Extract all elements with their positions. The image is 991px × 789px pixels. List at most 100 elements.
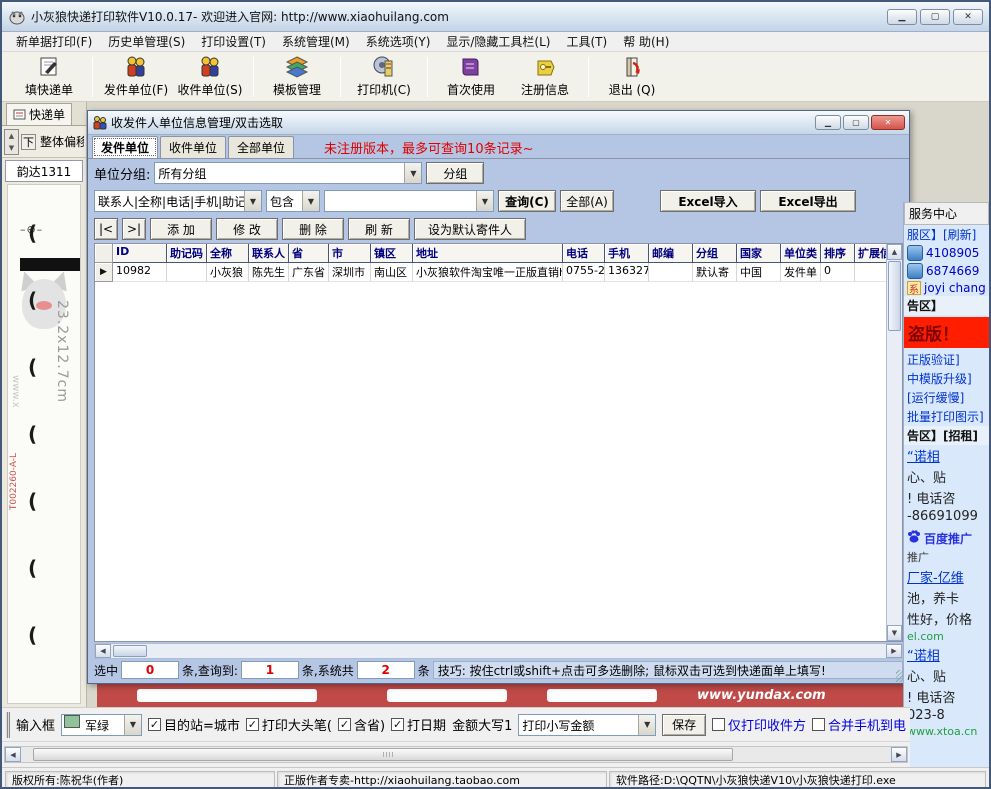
- column-header[interactable]: 电话: [563, 244, 605, 263]
- keyword-input[interactable]: ▼: [324, 190, 494, 212]
- main-hscrollbar[interactable]: ◀ ▶: [2, 741, 910, 767]
- spin-down-icon[interactable]: ▼: [5, 142, 18, 154]
- close-button[interactable]: ✕: [953, 9, 983, 25]
- spin-up-icon[interactable]: ▲: [5, 130, 18, 142]
- dialog-maximize-button[interactable]: ▢: [843, 115, 869, 130]
- print-date-checkbox[interactable]: ✓打日期: [391, 715, 446, 734]
- last-record-button[interactable]: >|: [122, 218, 146, 240]
- column-header[interactable]: 国家: [737, 244, 781, 263]
- table-cell[interactable]: [167, 263, 207, 282]
- input-color-select[interactable]: 军绿 ▼: [61, 714, 142, 736]
- sidebar-link[interactable]: 正版验证]: [904, 350, 989, 369]
- include-province-checkbox[interactable]: ✓含省): [338, 715, 385, 734]
- unit-table[interactable]: ID助记码全称联系人省市镇区地址电话手机邮编分组国家单位类排序扩展信 ▶1098…: [94, 243, 903, 642]
- sidebar-link[interactable]: “诺相: [904, 644, 989, 665]
- menu-item[interactable]: 打印设置(T): [193, 32, 274, 51]
- main-hscroll-thumb[interactable]: [33, 748, 733, 761]
- group-select[interactable]: 所有分组 ▼: [154, 162, 422, 184]
- menu-item[interactable]: 帮 助(H): [615, 32, 677, 51]
- toolbar-button-first-use[interactable]: 首次使用: [434, 54, 508, 100]
- table-cell[interactable]: 深圳市: [329, 263, 371, 282]
- toolbar-button-fill-form[interactable]: 填快递单: [12, 54, 86, 100]
- maximize-button[interactable]: ▢: [920, 9, 950, 25]
- toolbar-button-printer[interactable]: 打印机(C): [347, 54, 421, 100]
- first-record-button[interactable]: |<: [94, 218, 118, 240]
- search-button[interactable]: 查询(C): [498, 190, 556, 212]
- table-cell[interactable]: 广东省: [289, 263, 329, 282]
- hscroll-thumb[interactable]: [113, 645, 147, 657]
- sidebar-link[interactable]: 厂家-亿维: [904, 566, 989, 587]
- table-cell[interactable]: [649, 263, 693, 282]
- column-header[interactable]: 单位类: [781, 244, 821, 263]
- dialog-minimize-button[interactable]: ▁: [815, 115, 841, 130]
- chevron-down-icon[interactable]: ▼: [302, 191, 319, 211]
- column-header[interactable]: 分组: [693, 244, 737, 263]
- table-hscrollbar[interactable]: ◀ ▶: [94, 643, 903, 659]
- column-header[interactable]: 助记码: [167, 244, 207, 263]
- chevron-down-icon[interactable]: ▼: [124, 715, 141, 735]
- sidebar-link[interactable]: “诺相: [904, 445, 989, 466]
- toolbar-button-exit[interactable]: 退出 (Q): [595, 54, 669, 100]
- table-cell[interactable]: 中国: [737, 263, 781, 282]
- group-button[interactable]: 分组: [426, 162, 484, 184]
- menu-item[interactable]: 系统选项(Y): [358, 32, 439, 51]
- table-cell[interactable]: 0755-26: [563, 263, 605, 282]
- menu-item[interactable]: 新单据打印(F): [8, 32, 100, 51]
- down-button[interactable]: 下: [21, 134, 36, 150]
- qq-contact[interactable]: 6874669: [904, 262, 989, 280]
- dialog-titlebar[interactable]: 收发件人单位信息管理/双击选取 ▁ ▢ ✕: [88, 111, 909, 135]
- column-header[interactable]: ID: [113, 244, 167, 263]
- show-all-button[interactable]: 全部(A): [560, 190, 614, 212]
- save-button[interactable]: 保存: [662, 714, 706, 736]
- column-header[interactable]: 地址: [413, 244, 563, 263]
- scroll-left-icon[interactable]: ◀: [5, 747, 21, 762]
- column-header[interactable]: 邮编: [649, 244, 693, 263]
- chevron-down-icon[interactable]: ▼: [244, 191, 261, 211]
- table-cell[interactable]: 默认寄: [693, 263, 737, 282]
- minimize-button[interactable]: ▁: [887, 9, 917, 25]
- template-preview[interactable]: –⊕– ((((((( 23.2x12.7cm www.x T002260-A-…: [7, 184, 81, 704]
- amount-mode-select[interactable]: 打印小写金额 ▼: [518, 714, 656, 736]
- delete-button[interactable]: 删 除: [282, 218, 344, 240]
- refresh-button[interactable]: 刷 新: [348, 218, 410, 240]
- scroll-down-icon[interactable]: ▼: [887, 625, 902, 641]
- column-header[interactable]: 市: [329, 244, 371, 263]
- dialog-tab-0[interactable]: 发件单位: [92, 136, 158, 158]
- edit-button[interactable]: 修 改: [216, 218, 278, 240]
- dialog-tab-1[interactable]: 收件单位: [160, 136, 226, 158]
- table-cell[interactable]: 发件单: [781, 263, 821, 282]
- qq-contact[interactable]: 4108905: [904, 244, 989, 262]
- tab-express-form[interactable]: 快递单: [6, 103, 72, 125]
- table-row[interactable]: ▶10982小灰狼陈先生广东省深圳市南山区小灰狼软件淘宝唯一正版直销htt075…: [95, 263, 902, 282]
- offset-spinner[interactable]: ▲▼: [4, 129, 19, 155]
- column-header[interactable]: 省: [289, 244, 329, 263]
- scroll-left-icon[interactable]: ◀: [95, 644, 111, 658]
- search-field-select[interactable]: 联系人|全称|电话|手机|助记码 ▼: [94, 190, 262, 212]
- row-selector-cell[interactable]: ▶: [95, 263, 113, 282]
- table-cell[interactable]: 南山区: [371, 263, 413, 282]
- table-cell[interactable]: 0: [821, 263, 855, 282]
- chevron-down-icon[interactable]: ▼: [638, 715, 655, 735]
- toolbar-button-register-info[interactable]: 注册信息: [508, 54, 582, 100]
- sidebar-link[interactable]: 批量打印图示]: [904, 407, 989, 426]
- match-mode-select[interactable]: 包含 ▼: [266, 190, 320, 212]
- sidebar-link[interactable]: [运行缓慢]: [904, 388, 989, 407]
- add-button[interactable]: 添 加: [150, 218, 212, 240]
- dialog-tab-2[interactable]: 全部单位: [228, 136, 294, 158]
- baidu-promo[interactable]: 百度推广: [904, 529, 989, 548]
- scroll-up-icon[interactable]: ▲: [887, 244, 902, 260]
- dest-city-checkbox[interactable]: ✓目的站=城市: [148, 715, 240, 734]
- column-header[interactable]: 全称: [207, 244, 249, 263]
- dialog-close-button[interactable]: ✕: [871, 115, 905, 130]
- column-header[interactable]: 镇区: [371, 244, 413, 263]
- excel-import-button[interactable]: Excel导入: [660, 190, 756, 212]
- contact-item[interactable]: 系joyi chang: [904, 280, 989, 296]
- vscroll-thumb[interactable]: [888, 261, 901, 331]
- toolbar-button-template-manage[interactable]: 模板管理: [260, 54, 334, 100]
- column-header[interactable]: 手机: [605, 244, 649, 263]
- toolbar-button-receiver-unit[interactable]: 收件单位(S): [173, 54, 247, 100]
- table-cell[interactable]: 陈先生: [249, 263, 289, 282]
- scroll-right-icon[interactable]: ▶: [886, 644, 902, 658]
- sidebar-link[interactable]: 服区】[刷新]: [904, 225, 989, 244]
- chevron-down-icon[interactable]: ▼: [476, 191, 493, 211]
